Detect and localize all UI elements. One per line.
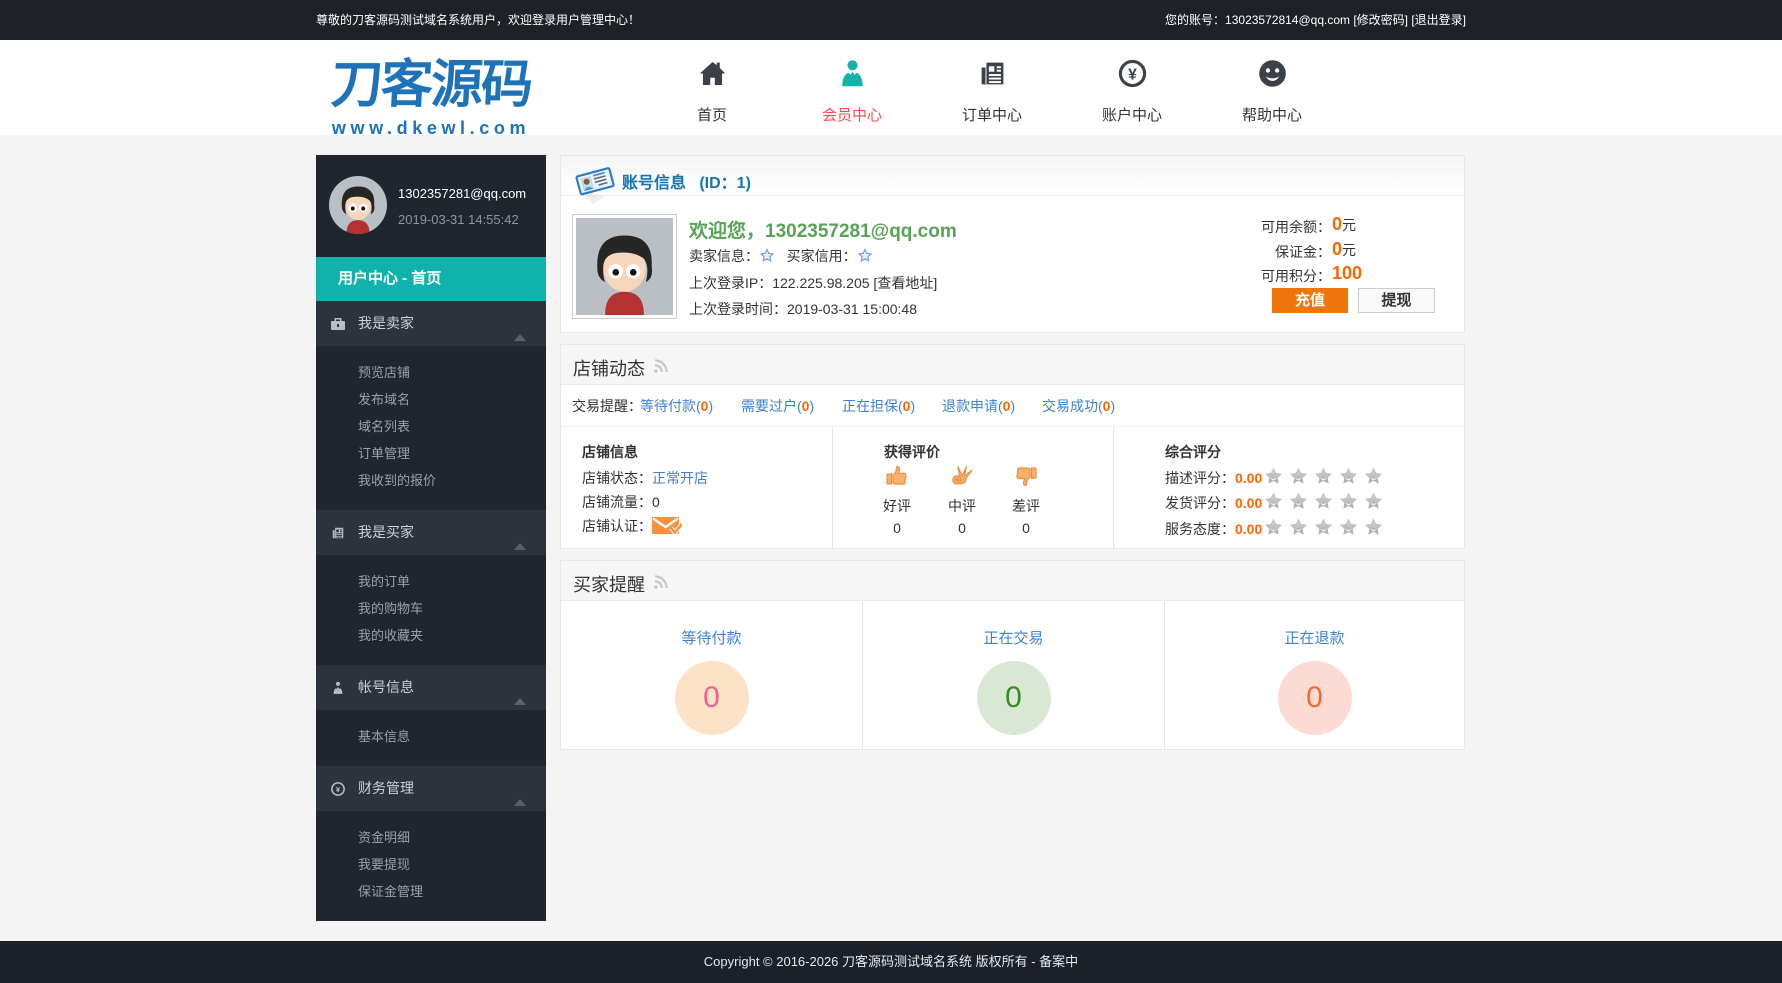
svg-text:¥: ¥ [336,785,341,794]
svg-text:¥: ¥ [1128,67,1137,84]
